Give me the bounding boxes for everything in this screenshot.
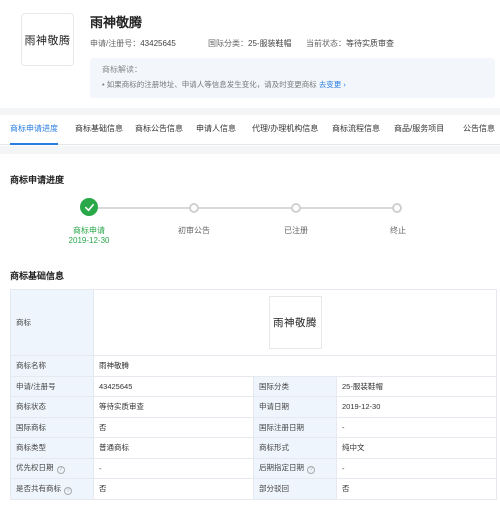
intl-class-value: 25-服装鞋帽 <box>248 39 292 48</box>
step-dot <box>291 203 301 213</box>
explain-text: • 如果商标的注册地址、申请人等信息发生变化，请及时变更商标 去变更 › <box>102 79 346 90</box>
check-icon <box>80 198 98 216</box>
trademark-title: 雨神敬腾 <box>90 15 143 30</box>
current-status: 当前状态：等待实质审查 <box>306 38 394 49</box>
progress-track <box>90 207 396 209</box>
intl-class: 国际分类：25-服装鞋帽 <box>208 38 292 49</box>
tab-goods-services[interactable]: 商品/服务项目 <box>394 115 444 145</box>
explain-message: • 如果商标的注册地址、申请人等信息发生变化，请及时变更商标 <box>102 80 317 89</box>
table-key: 部分驳回 <box>253 478 337 500</box>
table-value: 否 <box>93 416 254 438</box>
table-row: 申请/注册号 43425645 国际分类 25-服装鞋帽 <box>10 375 498 397</box>
table-row: 国际商标 否 国际注册日期 - <box>10 416 498 438</box>
step-label-applied: 商标申请 <box>73 226 105 235</box>
tab-applicant-info[interactable]: 申请人信息 <box>196 115 236 145</box>
step-label-prelim: 初审公告 <box>178 226 210 235</box>
table-value: 纯中文 <box>335 437 498 459</box>
table-key: 商标形式 <box>253 437 337 459</box>
table-key: 国际商标 <box>10 416 94 438</box>
trademark-explain-panel: 商标解读： • 如果商标的注册地址、申请人等信息发生变化，请及时变更商标 去变更… <box>90 58 495 98</box>
divider <box>0 146 500 154</box>
mark-label: 商标 <box>10 289 94 356</box>
table-value: - <box>335 416 498 438</box>
table-key-with-help: 后期指定日期? <box>253 457 337 479</box>
table-key: 商标类型 <box>10 437 94 459</box>
chevron-right-icon: › <box>343 80 346 89</box>
table-key: 优先权日期 <box>16 463 54 473</box>
table-row: 商标 雨神敬腾 <box>10 289 498 356</box>
change-trademark-link[interactable]: 去变更 › <box>319 80 346 89</box>
table-value: 等待实质审查 <box>93 396 254 418</box>
table-value: - <box>335 457 498 479</box>
divider <box>0 108 500 115</box>
question-circle-icon[interactable]: ? <box>307 466 315 475</box>
reg-number: 申请/注册号：43425645 <box>90 38 176 49</box>
trademark-image-text: 雨神敬腾 <box>273 317 317 329</box>
step-date-applied: 2019-12-30 <box>68 236 110 245</box>
tab-application-progress[interactable]: 商标申请进度 <box>10 115 58 145</box>
trademark-logo-text: 雨神敬腾 <box>24 33 71 47</box>
step-label-terminated: 终止 <box>390 226 406 235</box>
table-value: 43425645 <box>93 375 254 397</box>
table-row: 是否共有商标? 否 部分驳回 否 <box>10 478 498 500</box>
table-key: 是否共有商标 <box>16 483 61 493</box>
table-row: 商标名称 雨神敬腾 <box>10 355 498 377</box>
table-row: 商标类型 普通商标 商标形式 纯中文 <box>10 437 498 459</box>
table-key-with-help: 是否共有商标? <box>10 478 94 500</box>
reg-number-value: 43425645 <box>140 39 176 48</box>
tab-announcement-info[interactable]: 商标公告信息 <box>135 115 183 145</box>
tab-notices[interactable]: 公告信息 <box>463 115 495 145</box>
table-row: 优先权日期? - 后期指定日期? - <box>10 457 498 479</box>
trademark-image: 雨神敬腾 <box>268 296 322 349</box>
explain-title: 商标解读： <box>102 65 142 74</box>
table-key: 商标状态 <box>10 396 94 418</box>
basic-info-table: 商标 雨神敬腾 商标名称 雨神敬腾 申请/注册号 43425645 国际分类 2… <box>10 289 498 500</box>
question-circle-icon[interactable]: ? <box>56 466 65 475</box>
step-dot <box>392 203 402 213</box>
basic-info-title: 商标基础信息 <box>10 271 65 281</box>
table-value: 普通商标 <box>93 437 254 459</box>
table-key: 申请日期 <box>253 396 337 418</box>
step-label-registered: 已注册 <box>284 226 308 235</box>
table-key: 国际分类 <box>253 375 337 397</box>
step-dot <box>189 203 199 213</box>
table-key: 国际注册日期 <box>253 416 337 438</box>
change-trademark-link-label[interactable]: 去变更 <box>319 80 342 89</box>
table-key: 申请/注册号 <box>10 375 94 397</box>
question-circle-icon[interactable]: ? <box>64 486 72 495</box>
table-key: 后期指定日期 <box>259 463 304 473</box>
trademark-header: 雨神敬腾 雨神敬腾 申请/注册号：43425645 国际分类：25-服装鞋帽 当… <box>0 0 500 108</box>
detail-tabs: 商标申请进度 商标基础信息 商标公告信息 申请人信息 代理/办理机构信息 商标流… <box>0 115 500 145</box>
mark-image-cell: 雨神敬腾 <box>92 289 498 356</box>
table-value: 否 <box>93 478 254 500</box>
trademark-logo: 雨神敬腾 <box>21 13 74 66</box>
table-value: 雨神敬腾 <box>92 355 498 377</box>
intl-class-label: 国际分类： <box>208 39 248 48</box>
tab-agent-info[interactable]: 代理/办理机构信息 <box>252 115 318 145</box>
tab-process-info[interactable]: 商标流程信息 <box>332 115 380 145</box>
progress-section-title: 商标申请进度 <box>10 175 65 185</box>
reg-number-label: 申请/注册号： <box>90 39 141 48</box>
tab-basic-info[interactable]: 商标基础信息 <box>75 115 123 145</box>
current-status-label: 当前状态： <box>306 39 346 48</box>
table-value: - <box>93 457 254 479</box>
table-key: 商标名称 <box>10 355 94 377</box>
current-status-value: 等待实质审查 <box>346 39 394 48</box>
table-key-with-help: 优先权日期? <box>10 457 94 479</box>
table-row: 商标状态 等待实质审查 申请日期 2019-12-30 <box>10 396 498 418</box>
table-value: 否 <box>335 478 498 500</box>
table-value: 2019-12-30 <box>335 396 498 418</box>
table-value: 25-服装鞋帽 <box>335 375 498 397</box>
